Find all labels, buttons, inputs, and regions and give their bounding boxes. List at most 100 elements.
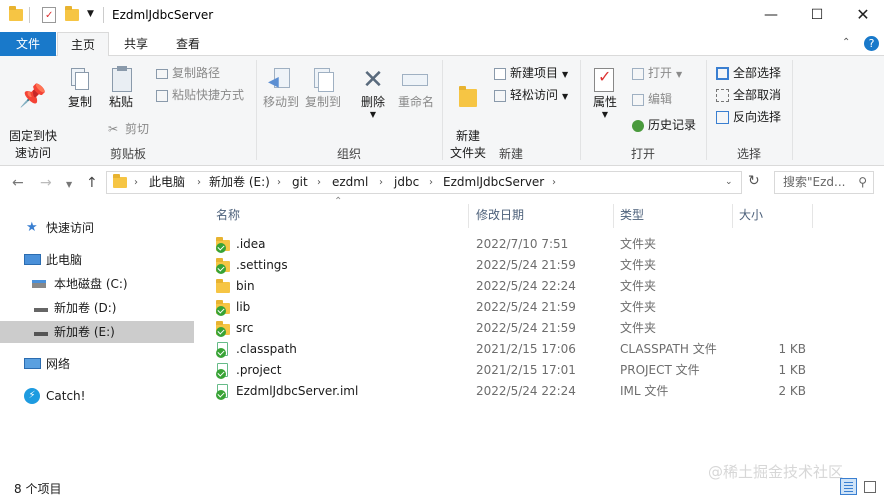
pin-icon: 📌 [19,84,47,109]
drive-icon [34,332,48,336]
invert-selection-button[interactable]: 反向选择 [716,108,781,126]
copy-button[interactable]: 复制 [62,66,98,111]
column-header-type[interactable]: 类型 [620,204,644,226]
sidebar-item-drive-d[interactable]: 新加卷 (D:) [0,297,194,319]
file-date: 2022/5/24 21:59 [476,258,576,272]
rename-label: 重命名 [397,95,434,109]
chevron-right-icon[interactable]: › [277,172,281,193]
tab-view[interactable]: 查看 [162,32,214,56]
file-type: PROJECT 文件 [620,363,700,377]
properties-button[interactable]: ✓ 属性 ▼ [586,66,624,119]
sidebar-item-network[interactable]: 网络 [0,353,194,375]
sidebar-label: 此电脑 [46,253,83,267]
divider[interactable] [468,204,469,228]
properties-quick-icon[interactable]: ✓ [42,7,56,23]
sidebar-item-drive-e[interactable]: 新加卷 (E:) [0,321,194,343]
history-button[interactable]: 历史记录 [632,116,696,134]
chevron-right-icon[interactable]: › [429,172,433,193]
paste-shortcut-label: 粘贴快捷方式 [172,88,245,102]
table-row[interactable]: lib 2022/5/24 21:59 文件夹 [212,297,852,318]
chevron-right-icon[interactable]: › [134,172,138,193]
chevron-right-icon[interactable]: › [379,172,383,193]
chevron-right-icon[interactable]: › [552,172,556,193]
forward-arrow-icon[interactable]: → [40,175,52,191]
select-all-button[interactable]: 全部选择 [716,64,781,82]
sidebar-item-quick-access[interactable]: ★ 快速访问 [0,217,194,239]
sidebar-item-catch[interactable]: ⚡ Catch! [0,385,194,407]
table-row[interactable]: .settings 2022/5/24 21:59 文件夹 [212,255,852,276]
table-row[interactable]: .project 2021/2/15 17:01 PROJECT 文件 1 KB [212,360,852,381]
breadcrumb-current[interactable]: EzdmlJdbcServer [443,172,544,193]
copy-path-button[interactable]: 复制路径 [156,64,220,82]
column-header-date[interactable]: 修改日期 [476,204,524,226]
breadcrumb-jdbc[interactable]: jdbc [394,172,419,193]
move-to-button[interactable]: ◀ 移动到 [260,66,302,111]
git-check-icon [216,348,226,358]
git-check-icon [216,390,226,400]
open-button[interactable]: 打开 ▼ [632,64,682,84]
chevron-right-icon[interactable]: › [317,172,321,193]
table-row[interactable]: .classpath 2021/2/15 17:06 CLASSPATH 文件 … [212,339,852,360]
copy-to-button[interactable]: 复制到 [302,66,344,111]
close-button[interactable]: ✕ [840,0,884,30]
maximize-button[interactable]: ☐ [794,0,840,30]
divider[interactable] [732,204,733,228]
rename-button[interactable]: 重命名 [394,66,438,111]
help-icon[interactable]: ? [864,36,879,51]
new-folder-icon [446,83,490,111]
cut-button[interactable]: ✂ 剪切 [108,120,149,138]
easy-access-button[interactable]: 轻松访问 ▼ [494,86,568,106]
back-arrow-icon[interactable]: ← [12,175,24,191]
tab-share[interactable]: 共享 [112,32,160,56]
divider[interactable] [613,204,614,228]
file-name: EzdmlJdbcServer.iml [236,384,359,398]
search-placeholder: 搜索"Ezd... [783,175,846,189]
select-none-button[interactable]: 全部取消 [716,86,781,104]
chevron-right-icon[interactable]: › [197,172,201,193]
paste-icon [100,66,142,94]
sidebar-item-this-pc[interactable]: 此电脑 [0,249,194,271]
sidebar-item-drive-c[interactable]: 本地磁盘 (C:) [0,273,194,295]
column-header-size[interactable]: 大小 [739,204,763,226]
file-type: 文件夹 [620,321,657,335]
recent-locations-icon[interactable]: ▼ [66,180,72,189]
file-date: 2021/2/15 17:06 [476,342,576,356]
new-folder-quick-icon[interactable] [65,6,79,21]
tab-home[interactable]: 主页 [57,32,109,57]
clipboard-group-label: 剪贴板 [109,147,146,161]
sidebar-label: 新加卷 (E:) [54,325,115,339]
search-input[interactable]: 搜索"Ezd... ⚲ [774,171,874,194]
address-history-dropdown-icon[interactable]: ⌄ [725,172,733,193]
tab-file[interactable]: 文件 [0,32,56,56]
open-label: 打开 [648,66,673,80]
sidebar-label: 网络 [46,357,71,371]
ribbon-collapse-icon[interactable]: ⌃ [842,37,850,48]
invert-selection-icon [716,111,729,124]
new-item-button[interactable]: 新建项目 ▼ [494,64,568,84]
breadcrumb-ezdml[interactable]: ezdml [332,172,368,193]
star-icon: ★ [26,220,38,235]
table-row[interactable]: src 2022/5/24 21:59 文件夹 [212,318,852,339]
quick-access-dropdown-icon[interactable]: ▼ [87,9,94,19]
edit-button[interactable]: 编辑 [632,90,672,108]
breadcrumb-git[interactable]: git [292,172,308,193]
breadcrumb-drive-e[interactable]: 新加卷 (E:) [209,172,270,193]
move-to-label: 移动到 [262,95,299,109]
delete-button[interactable]: ✕ 删除 ▼ [352,66,394,119]
paste-shortcut-button[interactable]: 粘贴快捷方式 [156,86,244,104]
large-icons-view-icon[interactable] [862,479,878,495]
breadcrumb-this-pc[interactable]: 此电脑 [149,172,185,193]
up-arrow-icon[interactable]: ↑ [86,175,98,191]
chevron-down-icon: ▼ [369,110,377,119]
column-header-name[interactable]: 名称 [216,204,240,226]
paste-button[interactable]: 粘贴 [100,66,142,111]
divider[interactable] [812,204,813,228]
table-row[interactable]: bin 2022/5/24 22:24 文件夹 [212,276,852,297]
address-bar[interactable]: › 此电脑 › 新加卷 (E:) › git › ezdml › jdbc › … [106,171,742,194]
minimize-button[interactable]: — [748,0,794,30]
table-row[interactable]: EzdmlJdbcServer.iml 2022/5/24 22:24 IML … [212,381,852,402]
table-row[interactable]: .idea 2022/7/10 7:51 文件夹 [212,234,852,255]
details-view-icon[interactable] [840,478,857,495]
drive-icon [34,308,48,312]
refresh-icon[interactable]: ↻ [748,173,760,189]
